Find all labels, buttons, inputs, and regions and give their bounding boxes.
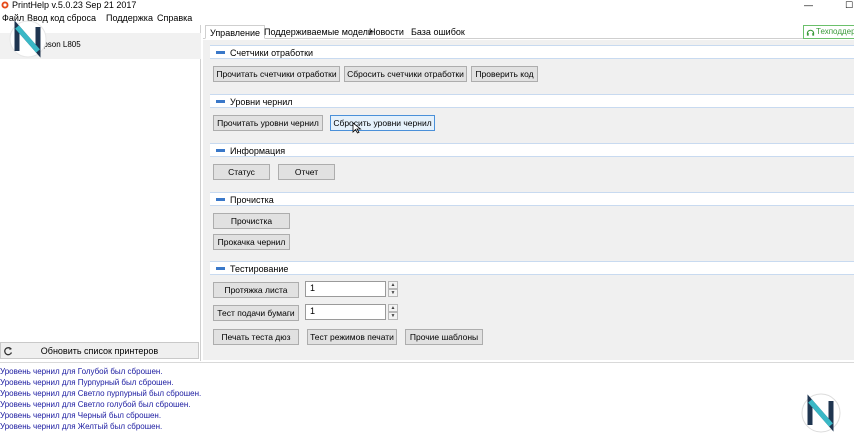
cleaning-button[interactable]: Прочистка bbox=[213, 213, 290, 229]
collapse-icon bbox=[216, 198, 225, 201]
collapse-icon bbox=[216, 100, 225, 103]
paper-feed-stepper[interactable]: ▲ ▼ bbox=[388, 304, 398, 320]
report-button[interactable]: Отчет bbox=[278, 164, 335, 180]
section-title: Счетчики отработки bbox=[230, 48, 314, 58]
spin-up-icon[interactable]: ▲ bbox=[388, 281, 398, 289]
tab-management[interactable]: Управление bbox=[205, 25, 266, 39]
minimize-button[interactable]: — bbox=[804, 0, 813, 10]
log-line: Уровень чернил для Светло пурпурный был … bbox=[0, 389, 202, 398]
collapse-icon bbox=[216, 51, 225, 54]
collapse-icon bbox=[216, 267, 225, 270]
menu-bar: Файл Ввод код сброса Поддержка Справка bbox=[0, 11, 854, 25]
spin-up-icon[interactable]: ▲ bbox=[388, 304, 398, 312]
support-label: Техподдержка bbox=[816, 27, 854, 36]
spin-value: 1 bbox=[310, 283, 316, 293]
menu-help[interactable]: Справка bbox=[157, 13, 192, 23]
collapse-icon bbox=[216, 149, 225, 152]
ink-pump-button[interactable]: Прокачка чернил bbox=[213, 234, 290, 250]
tab-bar: Управление Поддерживаемые модели Новости… bbox=[203, 25, 854, 39]
reset-ink-levels-button[interactable]: Сбросить уровни чернил bbox=[330, 115, 435, 131]
headset-icon bbox=[806, 29, 815, 36]
section-title: Уровни чернил bbox=[230, 97, 293, 107]
printer-list-panel: Epson L805 Обновить список принтеров bbox=[0, 20, 201, 361]
nozzle-check-button[interactable]: Печать теста дюз bbox=[213, 329, 299, 345]
section-ink-header[interactable]: Уровни чернил bbox=[210, 94, 854, 108]
watermark-logo-icon bbox=[9, 20, 47, 58]
paper-feed-test-button[interactable]: Тест подачи бумаги bbox=[213, 305, 299, 321]
spin-down-icon[interactable]: ▼ bbox=[388, 312, 398, 320]
log-line: Уровень чернил для Пурпурный был сброшен… bbox=[0, 378, 174, 387]
tab-supported-models[interactable]: Поддерживаемые модели bbox=[260, 25, 377, 39]
section-cleaning-header[interactable]: Прочистка bbox=[210, 192, 854, 206]
print-modes-test-button[interactable]: Тест режимов печати bbox=[307, 329, 397, 345]
section-title: Тестирование bbox=[230, 264, 289, 274]
tab-news[interactable]: Новости bbox=[365, 25, 408, 39]
sheet-feed-stepper[interactable]: ▲ ▼ bbox=[388, 281, 398, 297]
watermark-logo-icon bbox=[801, 393, 841, 433]
tab-error-database[interactable]: База ошибок bbox=[407, 25, 469, 39]
spin-value: 1 bbox=[310, 306, 316, 316]
section-counters-header[interactable]: Счетчики отработки bbox=[210, 45, 854, 59]
section-title: Информация bbox=[230, 146, 286, 156]
read-ink-levels-button[interactable]: Прочитать уровни чернил bbox=[213, 115, 323, 131]
read-counters-button[interactable]: Прочитать счетчики отработки bbox=[213, 66, 340, 82]
spin-down-icon[interactable]: ▼ bbox=[388, 289, 398, 297]
other-templates-button[interactable]: Прочие шаблоны bbox=[405, 329, 483, 345]
log-panel: Уровень чернил для Голубой был сброшен. … bbox=[0, 362, 854, 437]
log-line: Уровень чернил для Черный был сброшен. bbox=[0, 411, 162, 420]
section-title: Прочистка bbox=[230, 195, 274, 205]
management-panel: Счетчики отработки Прочитать счетчики от… bbox=[203, 40, 854, 360]
paper-feed-count-input[interactable]: 1 bbox=[305, 304, 386, 320]
section-info-header[interactable]: Информация bbox=[210, 143, 854, 157]
log-line: Уровень чернил для Светло голубой был сб… bbox=[0, 400, 191, 409]
log-line: Уровень чернил для Голубой был сброшен. bbox=[0, 367, 163, 376]
sheet-feed-button[interactable]: Протяжка листа bbox=[213, 282, 299, 298]
refresh-printers-label: Обновить список принтеров bbox=[40, 346, 159, 356]
app-icon bbox=[1, 1, 9, 9]
title-bar: PrintHelp v.5.0.23 Sep 21 2017 — ☐ bbox=[0, 0, 854, 11]
mouse-cursor-icon bbox=[352, 122, 362, 134]
menu-support[interactable]: Поддержка bbox=[106, 13, 153, 23]
check-code-button[interactable]: Проверить код bbox=[471, 66, 538, 82]
log-line: Уровень чернил для Желтый был сброшен. bbox=[0, 422, 163, 431]
sheet-feed-count-input[interactable]: 1 bbox=[305, 281, 386, 297]
window-title: PrintHelp v.5.0.23 Sep 21 2017 bbox=[12, 0, 137, 10]
reset-counters-button[interactable]: Сбросить счетчики отработки bbox=[344, 66, 467, 82]
refresh-printers-button[interactable]: Обновить список принтеров bbox=[0, 342, 199, 359]
section-testing-header[interactable]: Тестирование bbox=[210, 261, 854, 275]
support-button[interactable]: Техподдержка bbox=[803, 25, 854, 39]
status-button[interactable]: Статус bbox=[213, 164, 270, 180]
maximize-button[interactable]: ☐ bbox=[845, 0, 853, 10]
